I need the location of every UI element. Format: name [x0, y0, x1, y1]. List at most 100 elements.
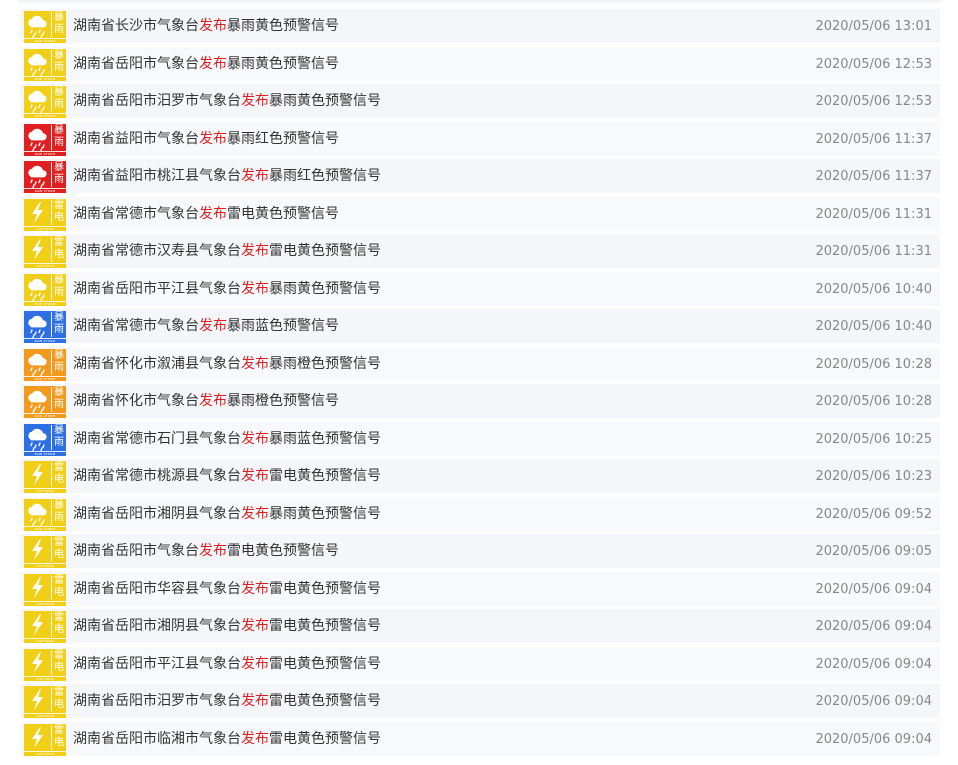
rainstorm-warning-icon: 暴雨 RAIN STORM [24, 124, 66, 156]
warning-title[interactable]: 湖南省岳阳市湘阴县气象台发布雷电黄色预警信号 [73, 609, 381, 644]
warning-title[interactable]: 湖南省岳阳市平江县气象台发布暴雨黄色预警信号 [73, 272, 381, 307]
warning-title[interactable]: 湖南省常德市桃源县气象台发布雷电黄色预警信号 [73, 459, 381, 494]
warning-timestamp: 2020/05/06 09:04 [815, 657, 932, 672]
warning-signal: 暴雨黄色预警信号 [269, 281, 381, 297]
lightning-bolt-icon [32, 727, 43, 748]
warning-row[interactable]: 雷电 LIGHTNING 湖南省常德市汉寿县气象台发布雷电黄色预警信号 2020/05… [20, 234, 940, 269]
warning-row[interactable]: 暴雨 RAIN STORM 湖南省怀化市溆浦县气象台发布暴雨橙色预警信号 2020/0… [20, 347, 940, 382]
warning-row[interactable]: 暴雨 RAIN STORM 湖南省怀化市气象台发布暴雨橙色预警信号 2020/05/0… [20, 384, 940, 419]
lightning-bolt-icon [32, 202, 43, 223]
warning-title[interactable]: 湖南省怀化市气象台发布暴雨橙色预警信号 [73, 384, 339, 419]
warning-row[interactable]: 雷电 LIGHTNING 湖南省常德市桃源县气象台发布雷电黄色预警信号 2020/05… [20, 459, 940, 494]
list-top-edge [18, 0, 940, 5]
rain-cloud-icon [28, 165, 47, 188]
warning-row[interactable]: 暴雨 RAIN STORM 湖南省岳阳市气象台发布暴雨黄色预警信号 2020/05/0… [20, 47, 940, 82]
warning-row[interactable]: 雷电 LIGHTNING 湖南省岳阳市湘阴县气象台发布雷电黄色预警信号 2020/05… [20, 609, 940, 644]
warning-row[interactable]: 暴雨 RAIN STORM 湖南省岳阳市湘阴县气象台发布暴雨黄色预警信号 2020/0… [20, 497, 940, 532]
warning-title[interactable]: 湖南省岳阳市临湘市气象台发布雷电黄色预警信号 [73, 722, 381, 757]
warning-row[interactable]: 暴雨 RAIN STORM 湖南省岳阳市平江县气象台发布暴雨黄色预警信号 2020/0… [20, 272, 940, 307]
icon-divider [51, 537, 52, 562]
warning-timestamp: 2020/05/06 10:40 [815, 282, 932, 297]
warning-issuer: 湖南省岳阳市临湘市气象台 [73, 731, 241, 747]
rain-cloud-icon [28, 390, 47, 413]
warning-timestamp: 2020/05/06 09:04 [815, 694, 932, 709]
icon-caption: LIGHTNING [24, 226, 66, 231]
icon-caption: RAIN STORM [24, 76, 66, 81]
warning-issuer: 湖南省常德市桃源县气象台 [73, 468, 241, 484]
warning-issuer: 湖南省常德市气象台 [73, 318, 199, 334]
warning-title[interactable]: 湖南省岳阳市气象台发布暴雨黄色预警信号 [73, 47, 339, 82]
warning-row[interactable]: 雷电 LIGHTNING 湖南省岳阳市华容县气象台发布雷电黄色预警信号 2020/05… [20, 572, 940, 607]
warning-row[interactable]: 雷电 LIGHTNING 湖南省岳阳市气象台发布雷电黄色预警信号 2020/05/06… [20, 534, 940, 569]
icon-caption: RAIN STORM [24, 376, 66, 381]
warning-signal: 雷电黄色预警信号 [269, 618, 381, 634]
warning-title[interactable]: 湖南省常德市汉寿县气象台发布雷电黄色预警信号 [73, 234, 381, 269]
warning-title[interactable]: 湖南省岳阳市湘阴县气象台发布暴雨黄色预警信号 [73, 497, 381, 532]
icon-divider [51, 575, 52, 600]
icon-caption: RAIN STORM [24, 301, 66, 306]
icon-glyph-bottom: 雨 [54, 324, 64, 335]
icon-divider [51, 312, 52, 337]
warning-row[interactable]: 雷电 LIGHTNING 湖南省岳阳市平江县气象台发布雷电黄色预警信号 2020/05… [20, 647, 940, 682]
icon-glyph-top: 暴 [54, 50, 64, 61]
warning-row[interactable]: 暴雨 RAIN STORM 湖南省常德市气象台发布暴雨蓝色预警信号 2020/05/0… [20, 309, 940, 344]
icon-glyph-top: 暴 [54, 350, 64, 361]
icon-divider [51, 12, 52, 37]
warning-row[interactable]: 雷电 LIGHTNING 湖南省岳阳市汨罗市气象台发布雷电黄色预警信号 2020/05… [20, 684, 940, 719]
icon-divider [51, 200, 52, 225]
warning-verb: 发布 [199, 543, 227, 559]
warning-row[interactable]: 暴雨 RAIN STORM 湖南省岳阳市汨罗市气象台发布暴雨黄色预警信号 2020/0… [20, 84, 940, 119]
warning-verb: 发布 [241, 693, 269, 709]
warning-signal: 雷电黄色预警信号 [269, 581, 381, 597]
warning-title[interactable]: 湖南省常德市气象台发布雷电黄色预警信号 [73, 197, 339, 232]
icon-glyph-bottom: 电 [54, 474, 64, 485]
warning-row[interactable]: 暴雨 RAIN STORM 湖南省常德市石门县气象台发布暴雨蓝色预警信号 2020/0… [20, 422, 940, 457]
warning-issuer: 湖南省岳阳市气象台 [73, 543, 199, 559]
icon-divider [51, 275, 52, 300]
warning-verb: 发布 [199, 18, 227, 34]
warning-title[interactable]: 湖南省常德市气象台发布暴雨蓝色预警信号 [73, 309, 339, 344]
warning-timestamp: 2020/05/06 12:53 [815, 94, 932, 109]
warning-timestamp: 2020/05/06 10:40 [815, 319, 932, 334]
warning-title[interactable]: 湖南省怀化市溆浦县气象台发布暴雨橙色预警信号 [73, 347, 381, 382]
icon-glyph-top: 暴 [54, 387, 64, 398]
warning-row[interactable]: 雷电 LIGHTNING 湖南省岳阳市临湘市气象台发布雷电黄色预警信号 2020/05… [20, 722, 940, 757]
rain-cloud-icon [28, 315, 47, 338]
warning-verb: 发布 [241, 468, 269, 484]
warning-row[interactable]: 暴雨 RAIN STORM 湖南省长沙市气象台发布暴雨黄色预警信号 2020/05/0… [20, 9, 940, 44]
rain-cloud-icon [28, 428, 47, 451]
icon-caption: LIGHTNING [24, 563, 66, 568]
warning-timestamp: 2020/05/06 11:31 [815, 244, 932, 259]
warning-issuer: 湖南省怀化市溆浦县气象台 [73, 356, 241, 372]
icon-divider [51, 125, 52, 150]
warning-signal: 暴雨黄色预警信号 [269, 506, 381, 522]
icon-glyph-top: 雷 [54, 612, 64, 623]
warning-title[interactable]: 湖南省岳阳市气象台发布雷电黄色预警信号 [73, 534, 339, 569]
rain-cloud-icon [28, 90, 47, 113]
warning-signal: 雷电黄色预警信号 [269, 731, 381, 747]
warning-timestamp: 2020/05/06 10:28 [815, 394, 932, 409]
lightning-warning-icon: 雷电 LIGHTNING [24, 574, 66, 606]
icon-caption: LIGHTNING [24, 751, 66, 756]
icon-glyph-bottom: 雨 [54, 362, 64, 373]
warning-title[interactable]: 湖南省益阳市桃江县气象台发布暴雨红色预警信号 [73, 159, 381, 194]
warning-row[interactable]: 暴雨 RAIN STORM 湖南省益阳市气象台发布暴雨红色预警信号 2020/05/0… [20, 122, 940, 157]
warning-title[interactable]: 湖南省益阳市气象台发布暴雨红色预警信号 [73, 122, 339, 157]
warning-title[interactable]: 湖南省常德市石门县气象台发布暴雨蓝色预警信号 [73, 422, 381, 457]
icon-glyph-top: 雷 [54, 200, 64, 211]
warning-title[interactable]: 湖南省岳阳市汨罗市气象台发布雷电黄色预警信号 [73, 684, 381, 719]
warning-title[interactable]: 湖南省岳阳市汨罗市气象台发布暴雨黄色预警信号 [73, 84, 381, 119]
warning-title[interactable]: 湖南省长沙市气象台发布暴雨黄色预警信号 [73, 9, 339, 44]
warning-title[interactable]: 湖南省岳阳市平江县气象台发布雷电黄色预警信号 [73, 647, 381, 682]
icon-divider [51, 500, 52, 525]
warning-row[interactable]: 暴雨 RAIN STORM 湖南省益阳市桃江县气象台发布暴雨红色预警信号 2020/0… [20, 159, 940, 194]
warning-verb: 发布 [199, 56, 227, 72]
warning-title[interactable]: 湖南省岳阳市华容县气象台发布雷电黄色预警信号 [73, 572, 381, 607]
icon-divider [51, 162, 52, 187]
lightning-warning-icon: 雷电 LIGHTNING [24, 199, 66, 231]
warning-row[interactable]: 雷电 LIGHTNING 湖南省常德市气象台发布雷电黄色预警信号 2020/05/06… [20, 197, 940, 232]
icon-glyph-top: 雷 [54, 687, 64, 698]
lightning-bolt-icon [32, 539, 43, 560]
warning-signal: 雷电黄色预警信号 [227, 206, 339, 222]
warning-verb: 发布 [241, 356, 269, 372]
